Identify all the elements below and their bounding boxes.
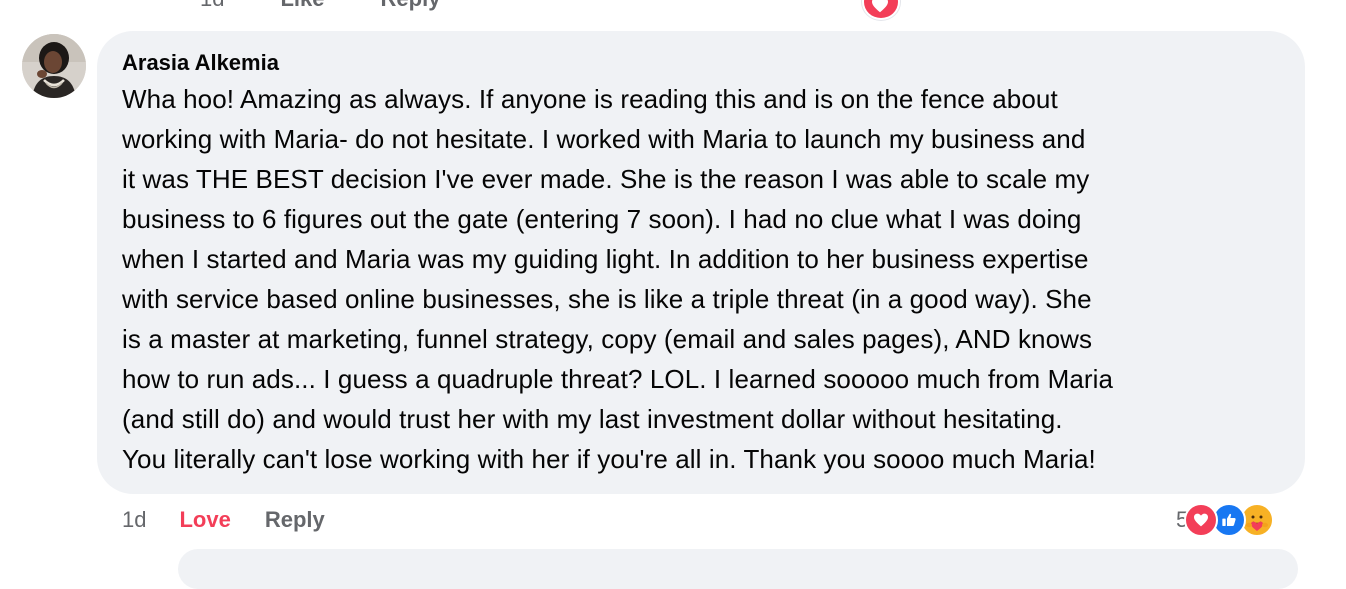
previous-reply-button[interactable]: Reply — [381, 0, 441, 12]
comment-text-line: when I started and Maria was my guiding … — [122, 244, 1089, 274]
comment-actions: 1d Love Reply — [122, 505, 325, 535]
comment-text-line: (and still do) and would trust her with … — [122, 404, 1063, 434]
comment-timestamp[interactable]: 1d — [122, 505, 146, 535]
comment-text-line: is a master at marketing, funnel strateg… — [122, 324, 1093, 354]
comment-bubble: Arasia Alkemia Wha hoo! Amazing as alway… — [97, 31, 1305, 494]
comment-text: Wha hoo! Amazing as always. If anyone is… — [122, 79, 1279, 479]
next-comment-bubble — [178, 549, 1298, 589]
comment-text-line: business to 6 figures out the gate (ente… — [122, 204, 1082, 234]
reactions-summary[interactable]: 5 — [1176, 500, 1275, 540]
comment-author[interactable]: Arasia Alkemia — [122, 47, 1279, 79]
comment-text-line: Wha hoo! Amazing as always. If anyone is… — [122, 84, 1058, 114]
previous-like-button[interactable]: Like — [280, 0, 324, 12]
comment-text-line: with service based online businesses, sh… — [122, 284, 1092, 314]
previous-comment-time: 1d — [200, 0, 224, 12]
comment-text-line: working with Maria- do not hesitate. I w… — [122, 124, 1086, 154]
previous-comment-actions: 1d Like Reply — [200, 0, 440, 12]
love-button[interactable]: Love — [179, 505, 230, 535]
comment-text-line: it was THE BEST decision I've ever made.… — [122, 164, 1090, 194]
love-icon — [1184, 503, 1219, 537]
comment-text-line: You literally can't lose working with he… — [122, 444, 1096, 474]
reply-button[interactable]: Reply — [265, 505, 325, 535]
avatar[interactable] — [22, 34, 86, 98]
comment-text-line: how to run ads... I guess a quadruple th… — [122, 364, 1114, 394]
previous-love-reaction-icon[interactable] — [862, 0, 900, 20]
